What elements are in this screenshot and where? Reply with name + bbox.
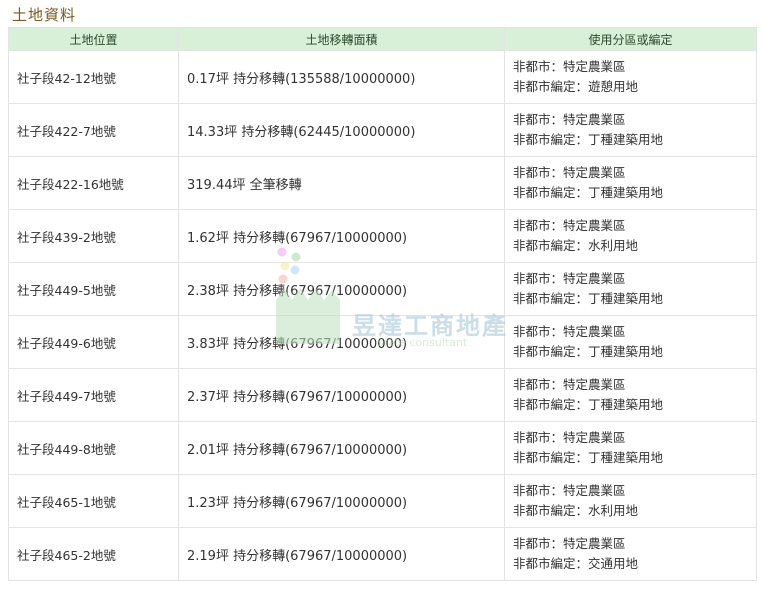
zoning-cell: 非都市：特定農業區非都市編定：丁種建築用地	[504, 315, 757, 369]
land-data-table: 土地位置 土地移轉面積 使用分區或編定 社子段42-12地號 0.17坪 持分移轉…	[8, 27, 757, 581]
table-row: 社子段449-6地號 3.83坪 持分移轉(67967/10000000) 非都市：…	[8, 315, 757, 369]
zoning-district: 非都市：特定農業區	[513, 165, 626, 180]
zoning-cell: 非都市：特定農業區非都市編定：丁種建築用地	[504, 368, 757, 422]
land-location-cell: 社子段439-2地號	[8, 209, 179, 263]
land-location-cell: 社子段465-2地號	[8, 527, 179, 581]
zoning-designation: 非都市編定：丁種建築用地	[513, 132, 664, 147]
table-row: 社子段449-8地號 2.01坪 持分移轉(67967/10000000) 非都市：…	[8, 421, 757, 475]
zoning-district: 非都市：特定農業區	[513, 59, 626, 74]
zoning-designation: 非都市編定：丁種建築用地	[513, 291, 664, 306]
land-location-cell: 社子段42-12地號	[8, 50, 179, 104]
zoning-cell: 非都市：特定農業區非都市編定：丁種建築用地	[504, 262, 757, 316]
zoning-cell: 非都市：特定農業區非都市編定：丁種建築用地	[504, 103, 757, 157]
header-zone: 使用分區或編定	[504, 27, 757, 51]
table-row: 社子段42-12地號 0.17坪 持分移轉(135588/10000000) 非都市…	[8, 50, 757, 104]
zoning-district: 非都市：特定農業區	[513, 377, 626, 392]
zoning-designation: 非都市編定：丁種建築用地	[513, 450, 664, 465]
transfer-area-cell: 2.37坪 持分移轉(67967/10000000)	[178, 368, 505, 422]
transfer-area-cell: 2.19坪 持分移轉(67967/10000000)	[178, 527, 505, 581]
header-location: 土地位置	[8, 27, 179, 51]
table-row: 社子段422-7地號 14.33坪 持分移轉(62445/10000000) 非都市…	[8, 103, 757, 157]
zoning-district: 非都市：特定農業區	[513, 271, 626, 286]
land-data-table-wrap: 土地位置 土地移轉面積 使用分區或編定 社子段42-12地號 0.17坪 持分移轉…	[8, 27, 757, 581]
zoning-district: 非都市：特定農業區	[513, 536, 626, 551]
zoning-district: 非都市：特定農業區	[513, 218, 626, 233]
land-location-cell: 社子段465-1地號	[8, 474, 179, 528]
zoning-cell: 非都市：特定農業區 非都市編定：水利用地	[504, 474, 757, 528]
table-row: 社子段449-5地號 2.38坪 持分移轉(67967/10000000) 非都市：…	[8, 262, 757, 316]
transfer-area-cell: 2.38坪 持分移轉(67967/10000000)	[178, 262, 505, 316]
land-location-cell: 社子段449-6地號	[8, 315, 179, 369]
transfer-area-cell: 14.33坪 持分移轉(62445/10000000)	[178, 103, 505, 157]
zoning-district: 非都市：特定農業區	[513, 324, 626, 339]
transfer-area-cell: 1.62坪 持分移轉(67967/10000000)	[178, 209, 505, 263]
zoning-district: 非都市：特定農業區	[513, 483, 626, 498]
table-row: 社子段422-16地號 319.44坪 全筆移轉 非都市：特定農業區非都市編定：丁種…	[8, 156, 757, 210]
table-row: 社子段449-7地號 2.37坪 持分移轉(67967/10000000) 非都市：…	[8, 368, 757, 422]
land-location-cell: 社子段422-7地號	[8, 103, 179, 157]
land-location-cell: 社子段449-5地號	[8, 262, 179, 316]
zoning-designation: 非都市編定：遊憩用地	[513, 79, 639, 94]
land-location-cell: 社子段422-16地號	[8, 156, 179, 210]
table-row: 社子段465-1地號 1.23坪 持分移轉(67967/10000000) 非都市：…	[8, 474, 757, 528]
transfer-area-cell: 3.83坪 持分移轉(67967/10000000)	[178, 315, 505, 369]
zoning-designation: 非都市編定：交通用地	[513, 556, 639, 571]
zoning-district: 非都市：特定農業區	[513, 112, 626, 127]
zoning-designation: 非都市編定：水利用地	[513, 503, 639, 518]
transfer-area-cell: 2.01坪 持分移轉(67967/10000000)	[178, 421, 505, 475]
table-row: 社子段465-2地號 2.19坪 持分移轉(67967/10000000) 非都市：…	[8, 527, 757, 581]
zoning-district: 非都市：特定農業區	[513, 430, 626, 445]
zoning-designation: 非都市編定：丁種建築用地	[513, 185, 664, 200]
land-location-cell: 社子段449-7地號	[8, 368, 179, 422]
header-area: 土地移轉面積	[178, 27, 505, 51]
section-title: 土地資料	[12, 6, 77, 24]
transfer-area-cell: 319.44坪 全筆移轉	[178, 156, 505, 210]
land-location-cell: 社子段449-8地號	[8, 421, 179, 475]
zoning-cell: 非都市：特定農業區非都市編定：丁種建築用地	[504, 421, 757, 475]
zoning-cell: 非都市：特定農業區 非都市編定：交通用地	[504, 527, 757, 581]
table-header-row: 土地位置 土地移轉面積 使用分區或編定	[8, 27, 757, 51]
zoning-designation: 非都市編定：水利用地	[513, 238, 639, 253]
zoning-cell: 非都市：特定農業區非都市編定：丁種建築用地	[504, 156, 757, 210]
zoning-designation: 非都市編定：丁種建築用地	[513, 344, 664, 359]
zoning-cell: 非都市：特定農業區 非都市編定：水利用地	[504, 209, 757, 263]
table-row: 社子段439-2地號 1.62坪 持分移轉(67967/10000000) 非都市：…	[8, 209, 757, 263]
zoning-cell: 非都市：特定農業區 非都市編定：遊憩用地	[504, 50, 757, 104]
transfer-area-cell: 1.23坪 持分移轉(67967/10000000)	[178, 474, 505, 528]
transfer-area-cell: 0.17坪 持分移轉(135588/10000000)	[178, 50, 505, 104]
table-body: 社子段42-12地號 0.17坪 持分移轉(135588/10000000) 非都市…	[8, 50, 757, 581]
zoning-designation: 非都市編定：丁種建築用地	[513, 397, 664, 412]
